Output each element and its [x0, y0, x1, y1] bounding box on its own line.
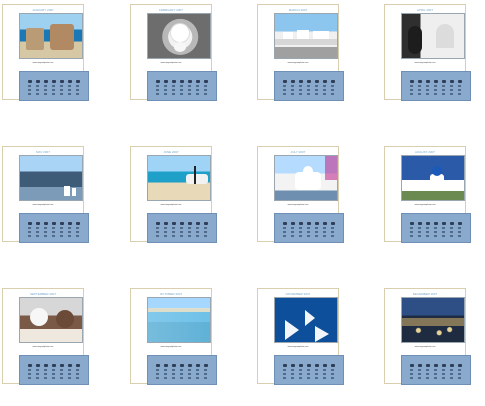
month-photo — [147, 155, 211, 201]
month-title: JANUARY 2007 — [32, 8, 54, 12]
photo-caption: www.aegeanphoto.com — [160, 204, 182, 206]
month-days-grid — [19, 71, 89, 101]
photo-caption: www.aegeanphoto.com — [32, 62, 54, 64]
calendar-page-jul[interactable]: JULY 2007 www.aegeanphoto.com — [257, 146, 344, 243]
month-days-grid — [147, 355, 217, 385]
month-days-grid — [401, 71, 471, 101]
month-days-grid — [274, 213, 344, 243]
calendar-page-apr[interactable]: APRIL 2007 www.aegeanphoto.com — [384, 4, 471, 101]
calendar-page-aug[interactable]: AUGUST 2007 www.aegeanphoto.com — [384, 146, 471, 243]
photo-caption: www.aegeanphoto.com — [414, 204, 436, 206]
month-days-grid — [274, 71, 344, 101]
month-days-grid — [147, 213, 217, 243]
calendar-page-jan[interactable]: JANUARY 2007 www.aegeanphoto.com — [2, 4, 89, 101]
photo-caption: www.aegeanphoto.com — [414, 62, 436, 64]
month-photo — [19, 13, 83, 59]
month-days-grid — [19, 213, 89, 243]
month-photo — [19, 155, 83, 201]
month-title: JUNE 2007 — [163, 150, 179, 154]
month-title: SEPTEMBER 2007 — [29, 292, 56, 296]
photo-caption: www.aegeanphoto.com — [160, 346, 182, 348]
calendar-page-sep[interactable]: SEPTEMBER 2007 www.aegeanphoto.com — [2, 288, 89, 385]
month-photo — [274, 297, 338, 343]
month-title: APRIL 2007 — [416, 8, 434, 12]
photo-caption: www.aegeanphoto.com — [287, 62, 309, 64]
month-photo — [274, 155, 338, 201]
calendar-page-feb[interactable]: FEBRUARY 2007 www.aegeanphoto.com — [130, 4, 217, 101]
photo-caption: www.aegeanphoto.com — [287, 346, 309, 348]
month-title: JULY 2007 — [290, 150, 306, 154]
calendar-page-oct[interactable]: OCTOBER 2007 www.aegeanphoto.com — [130, 288, 217, 385]
month-days-grid — [147, 71, 217, 101]
month-photo — [147, 297, 211, 343]
month-title: NOVEMBER 2007 — [285, 292, 311, 296]
photo-caption: www.aegeanphoto.com — [32, 204, 54, 206]
month-days-grid — [19, 355, 89, 385]
calendar-page-may[interactable]: MAY 2007 www.aegeanphoto.com — [2, 146, 89, 243]
photo-caption: www.aegeanphoto.com — [32, 346, 54, 348]
month-title: MAY 2007 — [36, 150, 50, 154]
calendar-thumbnails-grid: JANUARY 2007 www.aegeanphoto.com FEBRUAR… — [0, 0, 485, 406]
month-title: DECEMBER 2007 — [412, 292, 438, 296]
month-photo — [401, 155, 465, 201]
photo-caption: www.aegeanphoto.com — [414, 346, 436, 348]
month-days-grid — [401, 213, 471, 243]
month-photo — [401, 297, 465, 343]
month-title: OCTOBER 2007 — [159, 292, 183, 296]
month-days-grid — [274, 355, 344, 385]
calendar-page-jun[interactable]: JUNE 2007 www.aegeanphoto.com — [130, 146, 217, 243]
month-photo — [19, 297, 83, 343]
month-title: FEBRUARY 2007 — [159, 8, 183, 12]
month-days-grid — [401, 355, 471, 385]
month-photo — [401, 13, 465, 59]
photo-caption: www.aegeanphoto.com — [160, 62, 182, 64]
calendar-page-nov[interactable]: NOVEMBER 2007 www.aegeanphoto.com — [257, 288, 344, 385]
calendar-page-mar[interactable]: MARCH 2007 www.aegeanphoto.com — [257, 4, 344, 101]
month-title: AUGUST 2007 — [415, 150, 435, 154]
month-photo — [274, 13, 338, 59]
calendar-page-dec[interactable]: DECEMBER 2007 www.aegeanphoto.com — [384, 288, 471, 385]
month-title: MARCH 2007 — [288, 8, 308, 12]
photo-caption: www.aegeanphoto.com — [287, 204, 309, 206]
month-photo — [147, 13, 211, 59]
